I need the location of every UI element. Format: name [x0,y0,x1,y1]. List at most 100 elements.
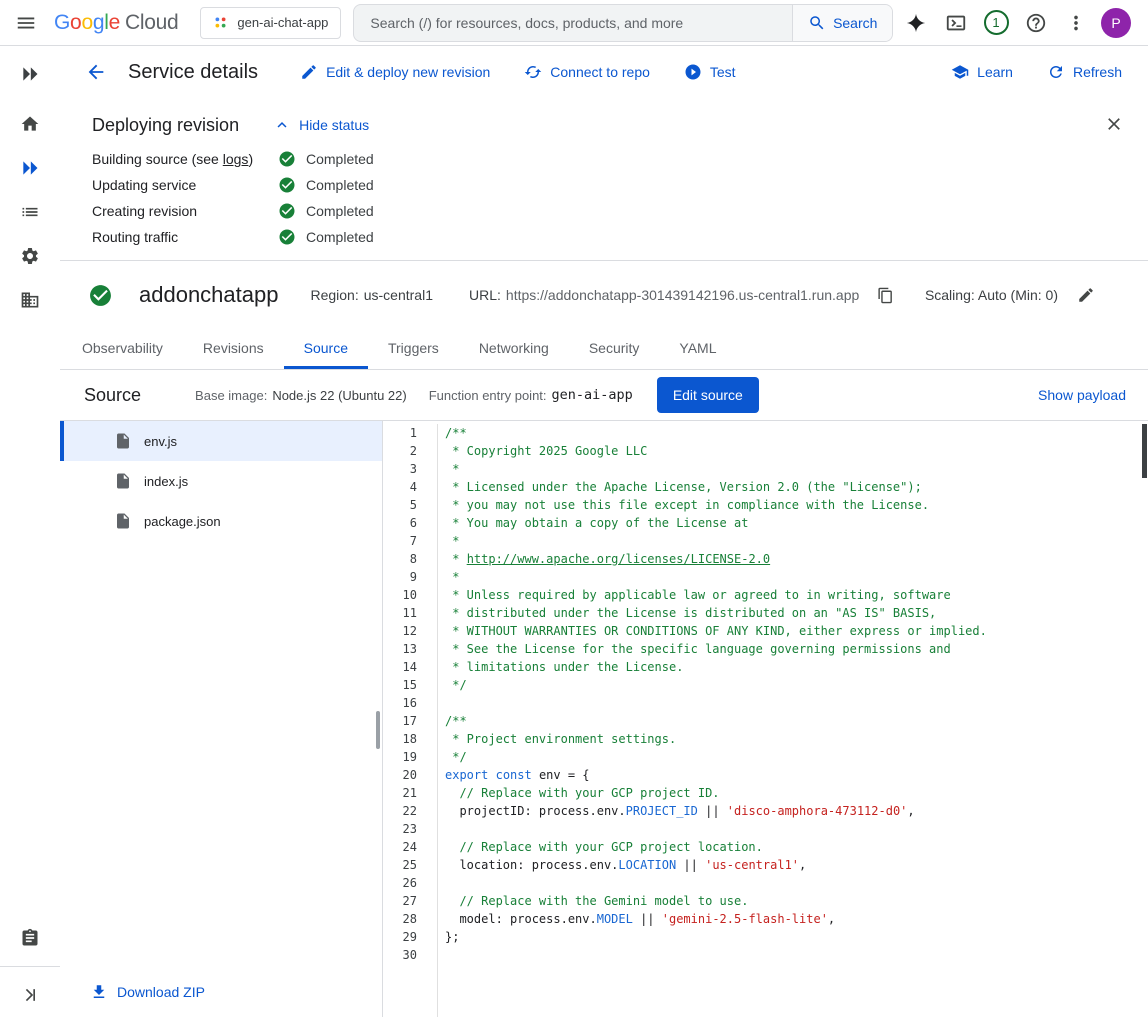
hide-status-toggle[interactable]: Hide status [273,116,369,134]
code-line: * [445,568,1148,586]
notifications-button[interactable]: 1 [976,3,1016,43]
connect-repo-button[interactable]: Connect to repo [524,63,650,81]
service-details-toolbar: Service details Edit & deploy new revisi… [60,46,1148,98]
service-scaling: Scaling: Auto (Min: 0) [925,279,1102,311]
code-line [445,820,1148,838]
building-icon [20,290,40,310]
rail-item-services-list[interactable] [10,192,50,232]
file-icon [114,432,132,450]
hide-status-label: Hide status [299,117,369,133]
edit-deploy-button[interactable]: Edit & deploy new revision [300,63,490,81]
rail-item-organization[interactable] [10,280,50,320]
file-row-package.json[interactable]: package.json [60,501,382,541]
download-zip-button[interactable]: Download ZIP [90,983,205,1001]
help-button[interactable] [1016,3,1056,43]
line-number: 15 [383,676,417,694]
back-button[interactable] [76,52,116,92]
tab-revisions[interactable]: Revisions [183,327,284,369]
tab-bar: ObservabilityRevisionsSourceTriggersNetw… [60,327,1148,370]
deploy-status-panel: Deploying revision Hide status Building … [60,98,1148,260]
status-row-routing-traffic: Routing traffic Completed [92,228,1124,246]
rail-item-cloud-run[interactable] [10,148,50,188]
refresh-icon [1047,63,1065,81]
file-row-index.js[interactable]: index.js [60,461,382,501]
line-number: 18 [383,730,417,748]
copy-icon [877,287,894,304]
file-name: index.js [144,474,188,489]
close-icon [1104,114,1124,134]
gear-icon [20,246,40,266]
close-status-button[interactable] [1096,106,1132,142]
refresh-button[interactable]: Refresh [1047,63,1122,81]
code-line: /** [445,712,1148,730]
show-payload-link[interactable]: Show payload [1038,387,1126,403]
tab-security[interactable]: Security [569,327,660,369]
file-row-env.js[interactable]: env.js [60,421,382,461]
repo-icon [524,63,542,81]
cloud-run-logo-icon [20,64,40,84]
search-icon [808,14,826,32]
download-zip-label: Download ZIP [117,984,205,1000]
project-picker[interactable]: gen-ai-chat-app [200,7,341,39]
code-line: export const env = { [445,766,1148,784]
line-number: 4 [383,478,417,496]
account-button[interactable]: P [1096,3,1136,43]
entry-point: Function entry point: gen-ai-app [429,387,633,403]
gemini-button[interactable] [896,3,936,43]
pencil-icon [300,63,318,81]
code-line: * you may not use this file except in co… [445,496,1148,514]
pencil-icon [1077,286,1095,304]
more-options-button[interactable] [1056,3,1096,43]
code-line: }; [445,928,1148,946]
line-number: 14 [383,658,417,676]
hamburger-icon [15,12,37,34]
rail-divider [0,966,60,967]
url-label: URL: [469,287,501,303]
rail-collapse-button[interactable] [10,975,50,1015]
search-input[interactable] [354,15,792,31]
edit-scaling-button[interactable] [1070,279,1102,311]
refresh-label: Refresh [1073,64,1122,80]
file-panel-scrollbar[interactable] [376,711,380,749]
copy-url-button[interactable] [870,280,900,310]
cloud-shell-button[interactable] [936,3,976,43]
search-button-label: Search [833,15,877,31]
google-cloud-logo[interactable]: Google Cloud [54,11,178,35]
rail-item-settings[interactable] [10,236,50,276]
logo-cloud-text: Cloud [125,11,178,35]
base-image-label: Base image: [195,388,267,403]
home-icon [20,114,40,134]
entry-point-label: Function entry point: [429,388,547,403]
code-line [445,946,1148,964]
hamburger-menu-button[interactable] [6,3,46,43]
logs-link[interactable]: logs [223,151,249,167]
entry-point-value: gen-ai-app [552,387,633,403]
url-value: https://addonchatapp-301439142196.us-cen… [506,287,859,303]
main-content: Service details Edit & deploy new revisi… [60,46,1148,1017]
code-line: location: process.env.LOCATION || 'us-ce… [445,856,1148,874]
learn-button[interactable]: Learn [951,63,1013,81]
code-line: */ [445,748,1148,766]
code-line [445,694,1148,712]
tab-networking[interactable]: Networking [459,327,569,369]
code-scrollbar[interactable] [1142,424,1147,478]
code-line: * [445,460,1148,478]
code-line: * http://www.apache.org/licenses/LICENSE… [445,550,1148,568]
code-line: * [445,532,1148,550]
tab-source[interactable]: Source [284,327,368,369]
source-toolbar: Source Base image: Node.js 22 (Ubuntu 22… [60,370,1148,420]
rail-item-release-notes[interactable] [10,918,50,958]
page-title: Service details [128,61,258,84]
tab-observability[interactable]: Observability [62,327,183,369]
tab-yaml[interactable]: YAML [659,327,736,369]
left-nav-rail [0,46,60,1017]
line-number: 10 [383,586,417,604]
search-button[interactable]: Search [792,5,892,41]
test-button[interactable]: Test [684,63,736,81]
rail-item-home[interactable] [10,104,50,144]
cloud-run-product-logo[interactable] [10,54,50,94]
region-label: Region: [310,287,358,303]
tab-triggers[interactable]: Triggers [368,327,459,369]
connect-repo-label: Connect to repo [550,64,650,80]
edit-source-button[interactable]: Edit source [657,377,759,413]
